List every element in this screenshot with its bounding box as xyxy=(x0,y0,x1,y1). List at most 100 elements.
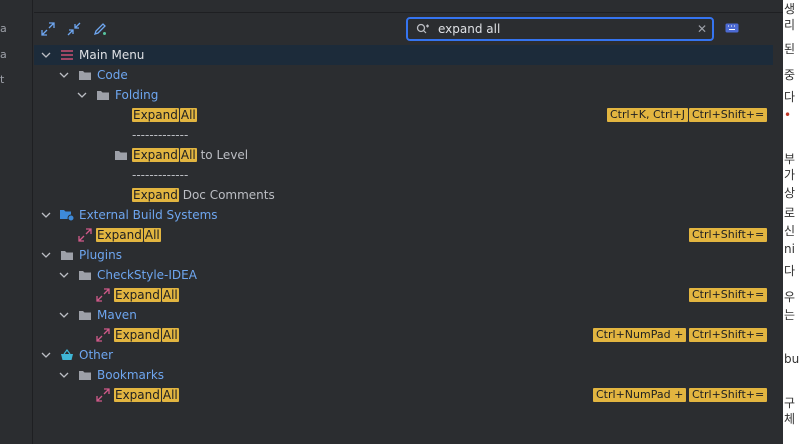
tree-row-expand-all-external[interactable]: Expand All Ctrl+Shift+= xyxy=(34,225,773,245)
action-label: Expand All xyxy=(132,108,197,122)
expand-arrows-icon xyxy=(95,387,111,403)
tree-row-expand-all-folding[interactable]: Expand All Ctrl+K, Ctrl+J Ctrl+Shift+= xyxy=(34,105,773,125)
chevron-down-icon[interactable] xyxy=(58,269,70,281)
tree-row-folding[interactable]: Folding xyxy=(34,85,773,105)
tree-row-code[interactable]: Code xyxy=(34,65,773,85)
folder-icon xyxy=(113,147,129,163)
shortcut-badge: Ctrl+NumPad + xyxy=(593,388,687,402)
expand-all-icon[interactable] xyxy=(39,20,57,38)
folder-icon xyxy=(77,267,93,283)
chevron-down-icon[interactable] xyxy=(40,349,52,361)
tree-separator: ------------- xyxy=(34,125,773,145)
left-strip-label: a xyxy=(0,22,7,35)
tree-row-checkstyle[interactable]: CheckStyle-IDEA xyxy=(34,265,773,285)
bg-text: 신 xyxy=(784,224,796,238)
action-label: Expand All xyxy=(114,288,179,302)
tree-row-main-menu[interactable]: Main Menu xyxy=(34,45,773,65)
tree-label: Plugins xyxy=(79,248,122,262)
bg-text: 상 xyxy=(784,186,796,200)
find-action-panel: ✕ Main Menu Code xyxy=(34,0,783,444)
menu-icon xyxy=(59,47,75,63)
action-label: Expand All xyxy=(114,388,179,402)
collapse-all-icon[interactable] xyxy=(65,20,83,38)
folder-icon xyxy=(77,67,93,83)
separator-text: ------------- xyxy=(132,168,189,182)
folder-icon xyxy=(77,307,93,323)
background-editor-strip: 생 리 된 중 다 • 부 가 상 로 신 ni 다 우 는 bu 구 체 xyxy=(783,0,802,444)
bg-text: ni xyxy=(784,242,795,256)
tree-label: Other xyxy=(79,348,114,362)
bg-text: 다 xyxy=(784,90,796,104)
left-strip-label: t xyxy=(0,73,5,86)
action-label: Expand Doc Comments xyxy=(132,188,275,202)
chevron-down-icon[interactable] xyxy=(58,369,70,381)
tree-row-other[interactable]: Other xyxy=(34,345,773,365)
actions-tree: Main Menu Code Folding Expand All Ctrl+K… xyxy=(34,45,773,444)
chevron-down-icon[interactable] xyxy=(40,49,52,61)
action-label: Expand All to Level xyxy=(132,148,249,162)
edit-icon[interactable] xyxy=(91,20,109,38)
tree-label: External Build Systems xyxy=(79,208,218,222)
shortcut-badge: Ctrl+Shift+= xyxy=(689,108,768,122)
expand-arrows-icon xyxy=(95,287,111,303)
shortcut-badge: Ctrl+NumPad + xyxy=(593,328,687,342)
bg-text: 리 xyxy=(784,18,796,32)
bg-text: 체 xyxy=(784,412,796,426)
bg-text: 가 xyxy=(784,168,796,182)
tree-row-plugins[interactable]: Plugins xyxy=(34,245,773,265)
clear-search-icon[interactable]: ✕ xyxy=(692,22,712,36)
tree-label: Code xyxy=(97,68,128,82)
shortcut-badge: Ctrl+Shift+= xyxy=(689,388,768,402)
bg-text: 된 xyxy=(784,42,796,56)
keyboard-icon[interactable] xyxy=(724,22,740,34)
chevron-down-icon[interactable] xyxy=(58,69,70,81)
tree-label: Folding xyxy=(115,88,159,102)
chevron-down-icon[interactable] xyxy=(40,249,52,261)
expand-arrows-icon xyxy=(95,327,111,343)
action-label: Expand All xyxy=(114,328,179,342)
chevron-down-icon[interactable] xyxy=(76,89,88,101)
bg-text: 구 xyxy=(784,396,796,410)
separator-text: ------------- xyxy=(132,128,189,142)
search-field[interactable]: ✕ xyxy=(406,17,714,41)
bg-text: 우 xyxy=(784,290,796,304)
shortcut-badge: Ctrl+K, Ctrl+J xyxy=(607,108,689,122)
bg-text: • xyxy=(784,108,792,122)
expand-arrows-icon xyxy=(77,227,93,243)
bg-text: 생 xyxy=(784,2,796,16)
action-label: Expand All xyxy=(96,228,161,242)
left-strip-label: a xyxy=(0,48,7,61)
bg-text: 중 xyxy=(784,68,796,82)
tree-row-expand-all-maven[interactable]: Expand All Ctrl+NumPad + Ctrl+Shift+= xyxy=(34,325,773,345)
left-tool-strip: a a t xyxy=(0,0,33,444)
tree-separator: ------------- xyxy=(34,165,773,185)
tree-row-maven[interactable]: Maven xyxy=(34,305,773,325)
search-icon xyxy=(412,23,434,35)
basket-icon xyxy=(59,347,75,363)
tree-row-expand-all-bookmarks[interactable]: Expand All Ctrl+NumPad + Ctrl+Shift+= xyxy=(34,385,773,405)
build-folder-icon xyxy=(59,207,75,223)
tree-row-expand-all-checkstyle[interactable]: Expand All Ctrl+Shift+= xyxy=(34,285,773,305)
shortcut-badge: Ctrl+Shift+= xyxy=(689,328,768,342)
tree-row-expand-doc-comments[interactable]: Expand Doc Comments xyxy=(34,185,773,205)
tree-row-expand-all-to-level[interactable]: Expand All to Level xyxy=(34,145,773,165)
tree-label: Bookmarks xyxy=(97,368,165,382)
bg-text: 로 xyxy=(784,206,796,220)
tree-label: Maven xyxy=(97,308,137,322)
folder-icon xyxy=(77,367,93,383)
folder-icon xyxy=(59,247,75,263)
bg-text: 다 xyxy=(784,264,796,278)
chevron-down-icon[interactable] xyxy=(58,309,70,321)
tree-label: CheckStyle-IDEA xyxy=(97,268,197,282)
folder-icon xyxy=(95,87,111,103)
bg-text: bu xyxy=(784,352,800,366)
chevron-down-icon[interactable] xyxy=(40,209,52,221)
shortcut-badge: Ctrl+Shift+= xyxy=(689,228,768,242)
bg-text: 는 xyxy=(784,308,796,322)
tree-label: Main Menu xyxy=(79,48,145,62)
tree-row-external-build-systems[interactable]: External Build Systems xyxy=(34,205,773,225)
search-input[interactable] xyxy=(434,22,692,36)
shortcut-badge: Ctrl+Shift+= xyxy=(689,288,768,302)
tree-row-bookmarks[interactable]: Bookmarks xyxy=(34,365,773,385)
panel-divider xyxy=(34,12,783,13)
